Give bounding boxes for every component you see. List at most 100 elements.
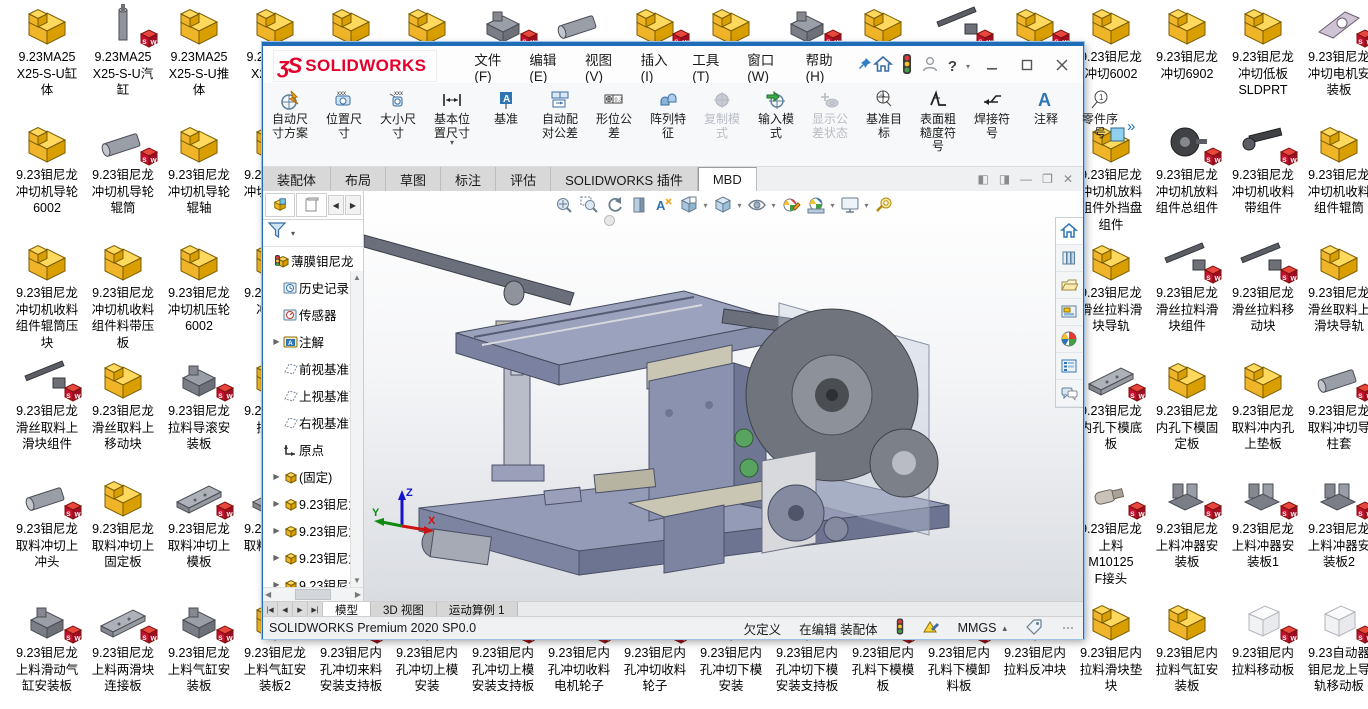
tree-item-9[interactable]: ▶9.23钼尼龙 (263, 517, 363, 544)
desktop-icon[interactable]: 9.23钼尼龙 冲切机收料 组件料带压 板 (85, 240, 161, 351)
desktop-icon[interactable]: S W9.23钼尼龙 上料气缸安 装板 (161, 600, 237, 695)
ribbon-tab-评估[interactable]: 评估 (496, 167, 551, 191)
tree-item-7[interactable]: ▶(固定) (263, 463, 363, 490)
dropdown-caret-icon[interactable]: ▾ (865, 201, 869, 210)
expand-arrow-icon[interactable]: ▶ (271, 472, 282, 481)
tree-item-2[interactable]: ▶A注解 (263, 328, 363, 355)
doc-tab-3D 视图[interactable]: 3D 视图 (371, 602, 437, 617)
desktop-icon[interactable]: 9.23钼尼龙 冲切机收料 组件辊筒压 块 (9, 240, 85, 351)
tree-item-5[interactable]: 右视基准面 (263, 409, 363, 436)
note-button[interactable]: A注释 (1019, 87, 1073, 127)
taskpane-appearances-icon[interactable] (1056, 326, 1082, 353)
tree-item-3[interactable]: 前视基准面 (263, 355, 363, 382)
dock-left-icon[interactable]: ◧ (977, 172, 988, 186)
tree-tabs-left-icon[interactable]: ◀ (328, 195, 344, 215)
desktop-icon[interactable]: S W9.23钼尼龙 滑丝拉料滑 块组件 (1149, 240, 1225, 335)
taskpane-forum-icon[interactable] (1056, 380, 1082, 407)
auto-dimension-button[interactable]: 自动尺寸方案 (263, 87, 317, 140)
balloon-button[interactable]: 1零件序号 (1073, 87, 1127, 140)
user-icon[interactable] (921, 55, 939, 78)
help-icon[interactable]: ? (948, 58, 957, 75)
ribbon-tab-装配体[interactable]: 装配体 (263, 167, 331, 191)
property-tab[interactable] (296, 193, 326, 217)
tree-panel-tabs[interactable]: ◀ ▶ (263, 191, 363, 220)
last-doc-icon[interactable]: ▶| (308, 602, 323, 617)
restore-doc-icon[interactable]: ❐ (1042, 172, 1053, 186)
expand-arrow-icon[interactable]: ▶ (271, 553, 282, 562)
next-doc-icon[interactable]: ▶ (293, 602, 308, 617)
desktop-icon[interactable]: S W9.23自动器 钼尼龙上导 轨移动板 (1301, 600, 1368, 695)
datum-button[interactable]: A基准 (479, 87, 533, 127)
expand-arrow-icon[interactable]: ▶ (271, 526, 282, 535)
taskpane-design-library-icon[interactable] (1056, 245, 1082, 272)
weld-symbol-button[interactable]: 焊接符号 (965, 87, 1019, 140)
toolbar-overflow-button[interactable]: » (1127, 118, 1135, 135)
copy-scheme-button[interactable]: 复制模式 (695, 87, 749, 140)
taskpane-file-explorer-icon[interactable] (1056, 272, 1082, 299)
desktop-icon[interactable]: 9.23钼尼龙 冲切6002 (1073, 4, 1149, 82)
basic-location-dimension-button[interactable]: 基本位置尺寸▾ (425, 87, 479, 146)
units-caret-icon[interactable]: ▴ (1002, 623, 1007, 634)
desktop-icon[interactable]: 9.23钼尼龙 滑丝取料上 滑块导轨 (1301, 240, 1368, 335)
dropdown-caret-icon[interactable]: ▾ (737, 201, 741, 210)
size-dimension-button[interactable]: xxx大小尺寸 (371, 87, 425, 140)
units-label[interactable]: MMGS (958, 621, 997, 635)
desktop-icon[interactable]: S W9.23钼尼龙 上料冲器安 装板 (1149, 476, 1225, 571)
datum-target-button[interactable]: A1基准目标 (857, 87, 911, 140)
graphics-viewport[interactable]: A▾▾▾▾▾ (364, 191, 1083, 601)
maximize-icon[interactable] (1014, 58, 1040, 74)
solidworks-window[interactable]: ʒS SOLIDWORKS 文件(F)编辑(E)视图(V)插入(I)工具(T)窗… (262, 42, 1084, 639)
tree-item-6[interactable]: 原点 (263, 436, 363, 463)
desktop-icon[interactable]: 9.23钼尼龙 冲切机压轮 6002 (161, 240, 237, 335)
filter-icon[interactable] (267, 221, 289, 246)
ribbon-tab-布局[interactable]: 布局 (331, 167, 386, 191)
desktop-icon[interactable]: 9.23MA25 X25-S-U缸 体 (9, 4, 85, 99)
desktop-icon[interactable]: S W9.23钼尼龙 冲切电机安 装板 (1301, 4, 1368, 99)
taskpane-custom-properties-icon[interactable] (1056, 353, 1082, 380)
taskpane-view-palette-icon[interactable] (1056, 299, 1082, 326)
doc-tab-模型[interactable]: 模型 (323, 602, 371, 617)
tree-item-0[interactable]: 历史记录 (263, 274, 363, 301)
desktop-icon[interactable]: 9.23钼尼龙 冲切机导轮 6002 (9, 122, 85, 217)
desktop-icon[interactable]: 9.23钼尼内 拉料气缸安 装板 (1149, 600, 1225, 695)
tree-item-root[interactable]: 薄膜钼尼龙 (263, 247, 363, 274)
minimize-doc-icon[interactable]: — (1020, 172, 1032, 186)
desktop-icon[interactable]: 9.23钼尼龙 内孔下模固 定板 (1149, 358, 1225, 453)
desktop-icon[interactable]: S W9.23钼尼龙 拉料导滚安 装板 (161, 358, 237, 453)
desktop-icon[interactable]: S W9.23钼尼龙 滑丝取料上 滑块组件 (9, 358, 85, 453)
desktop-icon[interactable]: S W9.23钼尼龙 冲切机收料 带组件 (1225, 122, 1301, 217)
surface-finish-button[interactable]: 表面粗糙度符号 (911, 87, 965, 154)
resize-grip[interactable] (1063, 627, 1073, 629)
close-doc-icon[interactable]: ✕ (1063, 172, 1073, 186)
desktop-icon[interactable]: 9.23钼尼龙 取料冲内孔 上垫板 (1225, 358, 1301, 453)
pin-icon[interactable] (857, 56, 873, 77)
units-selector[interactable]: MMGS ▴ (958, 621, 1007, 635)
prev-doc-icon[interactable]: ◀ (278, 602, 293, 617)
home-icon[interactable] (873, 55, 893, 78)
minimize-icon[interactable] (979, 58, 1005, 74)
feature-tree-tab[interactable] (265, 193, 295, 217)
feature-tree-panel[interactable]: ◀ ▶ ▾ 薄膜钼尼龙历史记录传感器▶A注解前视基准面上视基准面右视基准面原点▶… (263, 191, 364, 601)
desktop-icon[interactable]: S W9.23钼尼龙 冲切机放料 组件总组件 (1149, 122, 1225, 217)
first-doc-icon[interactable]: |◀ (263, 602, 278, 617)
desktop-icon[interactable]: 9.23钼尼龙 滑丝取料上 移动块 (85, 358, 161, 453)
desktop-icon[interactable]: 9.23钼尼龙 冲切低板 SLDPRT (1225, 4, 1301, 99)
dropdown-caret-icon[interactable]: ▾ (771, 201, 775, 210)
assembly-3d-model[interactable] (364, 213, 1054, 593)
desktop-icon[interactable]: S W9.23MA25 X25-S-U汽 缸 (85, 4, 161, 99)
tree-item-8[interactable]: ▶9.23钼尼龙 (263, 490, 363, 517)
desktop-icon[interactable]: S W9.23钼尼龙 取料冲切导 柱套 (1301, 358, 1368, 453)
auto-pair-tolerance-button[interactable]: 自动配对公差 (533, 87, 587, 140)
filter-caret-icon[interactable]: ▾ (291, 229, 295, 238)
task-pane-tab-strip[interactable] (1055, 217, 1083, 408)
tree-item-10[interactable]: ▶9.23钼尼龙 (263, 544, 363, 571)
ribbon-tab-草图[interactable]: 草图 (386, 167, 441, 191)
tree-item-4[interactable]: 上视基准面 (263, 382, 363, 409)
import-scheme-button[interactable]: 输入模式 (749, 87, 803, 140)
location-dimension-button[interactable]: xxx位置尺寸 (317, 87, 371, 140)
pattern-feature-button[interactable]: 阵列特征 (641, 87, 695, 140)
dropdown-caret-icon[interactable]: ▾ (831, 201, 835, 210)
tree-tabs-right-icon[interactable]: ▶ (345, 195, 361, 215)
desktop-icon[interactable]: S W9.23钼尼龙 内孔下模底 板 (1073, 358, 1149, 453)
desktop-icon[interactable]: 9.23钼尼内 拉料滑块垫 块 (1073, 600, 1149, 695)
